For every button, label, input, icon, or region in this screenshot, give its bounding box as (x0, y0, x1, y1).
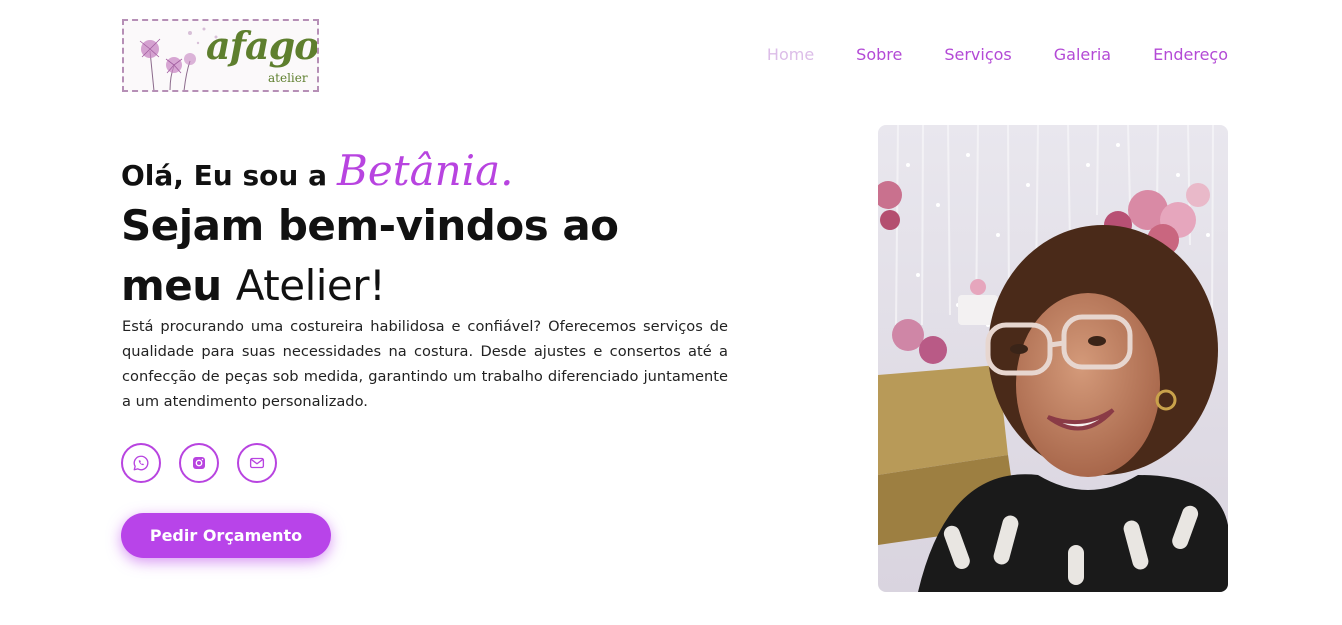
hero-headline: Sejam bem-vindos ao meu Atelier! (121, 196, 741, 316)
logo-subtitle: atelier (268, 71, 308, 85)
hero-description: Está procurando uma costureira habilidos… (122, 318, 728, 410)
email-button[interactable] (237, 443, 277, 483)
brand-logo[interactable]: afago atelier (122, 19, 319, 92)
hero-greeting: Olá, Eu sou a Betânia. (121, 146, 513, 195)
main-nav: Home Sobre Serviços Galeria Endereço (767, 45, 1228, 64)
portrait-image (878, 125, 1228, 592)
nav-galeria[interactable]: Galeria (1054, 45, 1111, 64)
headline-line-1: Sejam bem-vindos ao (121, 201, 619, 250)
headline-line-2-bold: meu (121, 261, 222, 310)
instagram-icon (193, 457, 205, 469)
whatsapp-button[interactable] (121, 443, 161, 483)
logo-wordmark: afago (206, 23, 319, 68)
greeting-text: Olá, Eu sou a (121, 159, 327, 192)
headline-line-2-regular: Atelier! (235, 261, 386, 310)
nav-servicos[interactable]: Serviços (944, 45, 1011, 64)
portrait-photo (878, 125, 1228, 592)
instagram-button[interactable] (179, 443, 219, 483)
greeting-name: Betânia. (336, 146, 514, 195)
request-quote-button[interactable]: Pedir Orçamento (121, 513, 331, 558)
social-links (121, 443, 277, 483)
whatsapp-icon (133, 455, 149, 471)
nav-sobre[interactable]: Sobre (856, 45, 902, 64)
email-icon (249, 457, 265, 469)
nav-home[interactable]: Home (767, 45, 814, 64)
nav-endereco[interactable]: Endereço (1153, 45, 1228, 64)
